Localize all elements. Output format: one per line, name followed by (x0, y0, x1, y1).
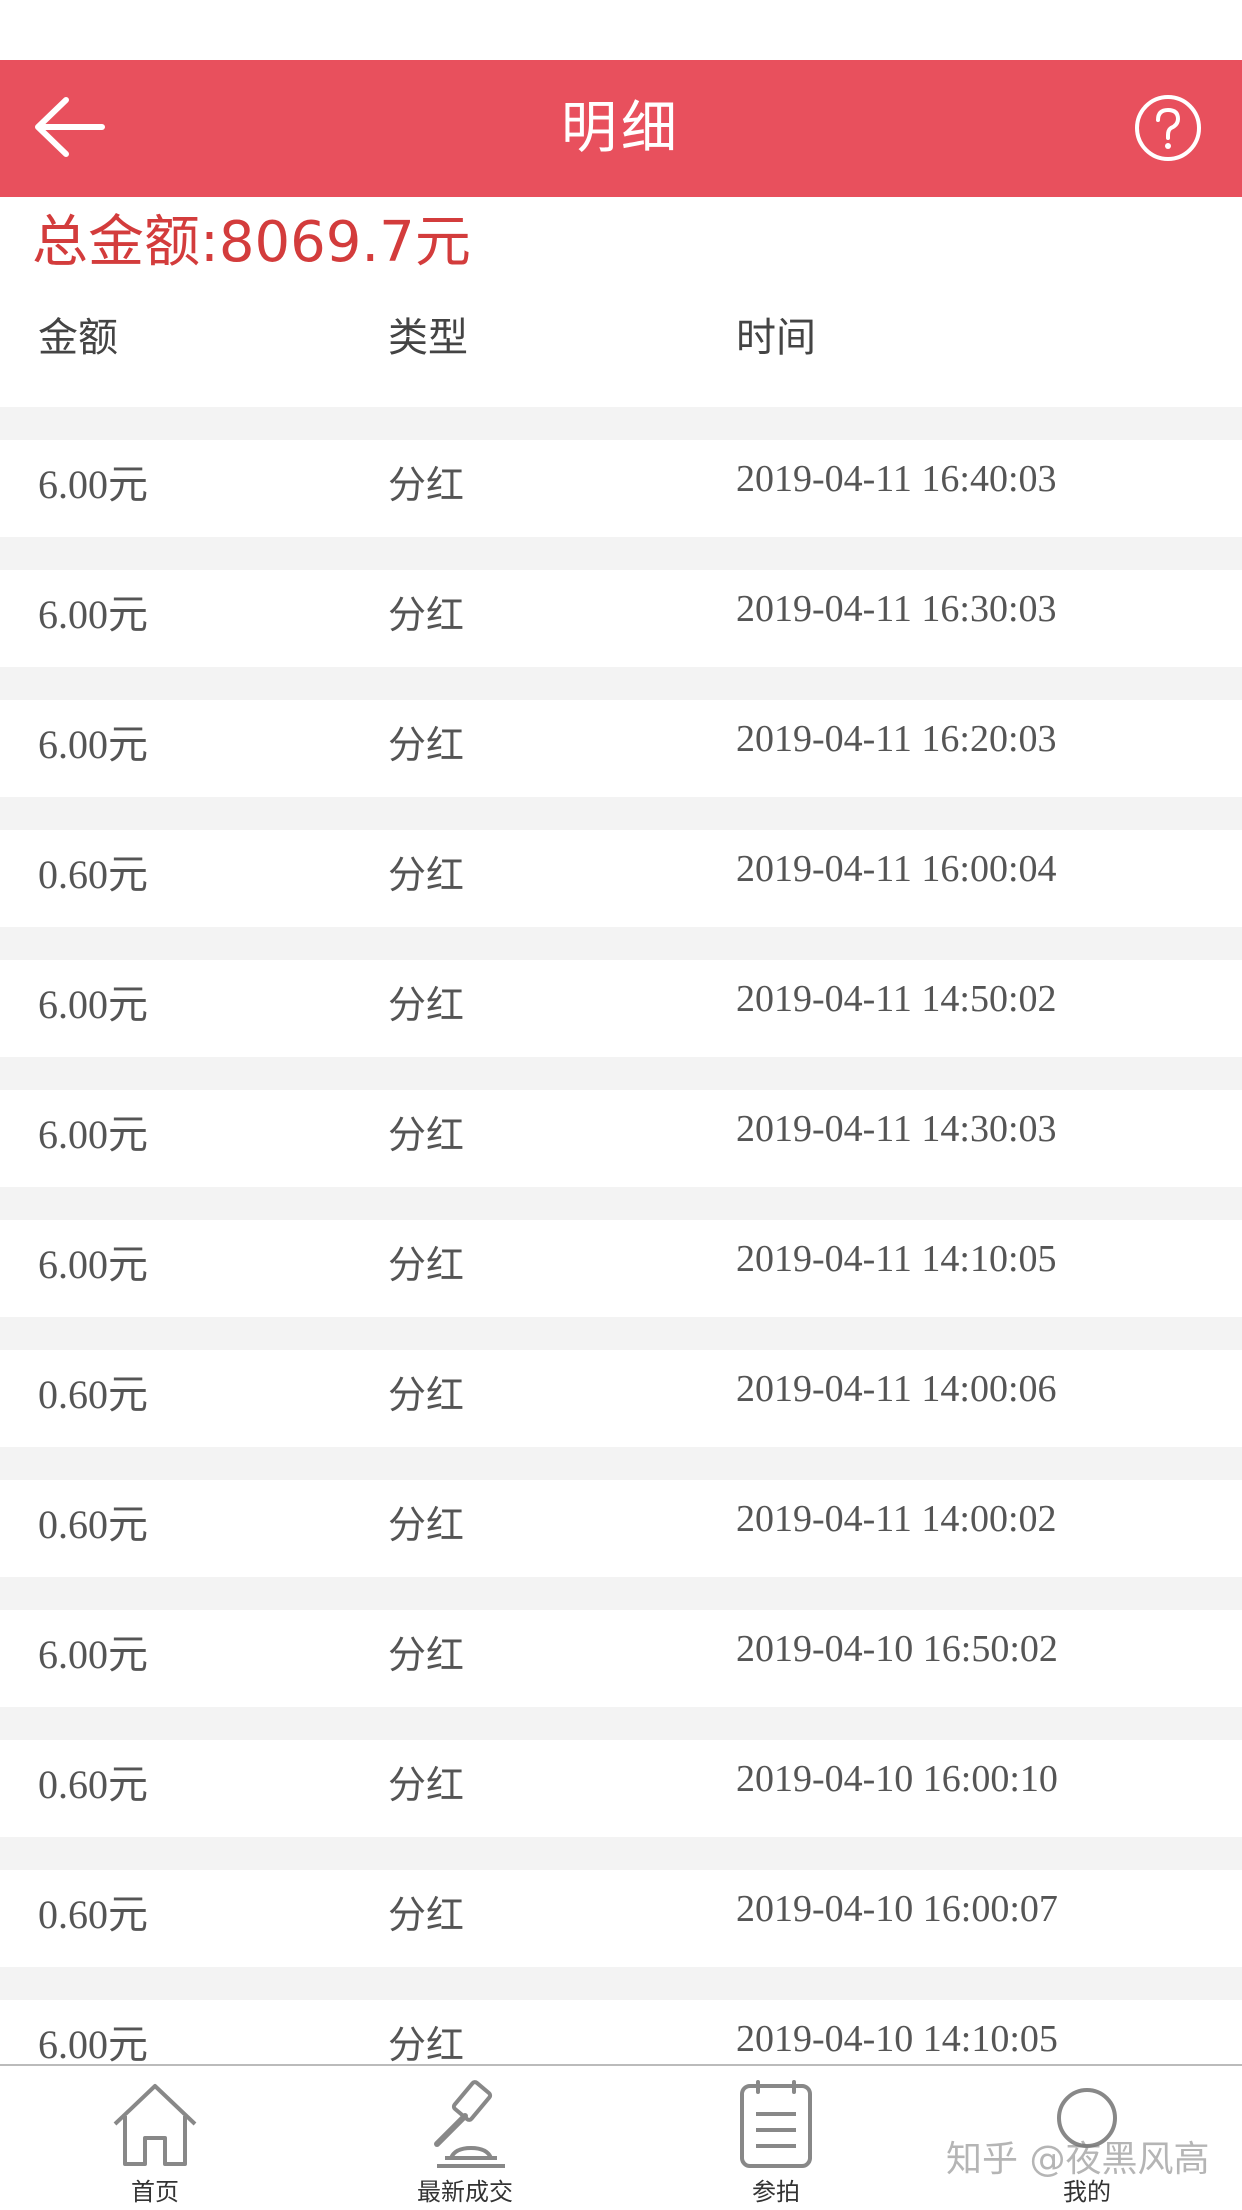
row-type: 分红 (388, 1243, 465, 1287)
row-amount: 6.00元 (38, 462, 148, 507)
row-type: 分红 (388, 1763, 465, 1807)
row-amount: 6.00元 (38, 1242, 148, 1287)
row-amount: 6.00元 (38, 1112, 148, 1157)
total-amount: 总金额:8069.7元 (32, 210, 471, 275)
tab-label: 参拍 (752, 2178, 800, 2206)
status-bar (0, 0, 1242, 60)
row-type: 分红 (388, 593, 465, 637)
watermark: 知乎 @夜黑风高 (946, 2139, 1210, 2180)
tab-home[interactable]: 首页 (55, 2066, 255, 2210)
row-type: 分红 (388, 463, 465, 507)
row-time: 2019-04-10 16:50:02 (736, 1628, 1058, 1670)
tab-bidding[interactable]: 参拍 (676, 2066, 876, 2210)
row-separator (0, 537, 1242, 570)
row-amount: 0.60元 (38, 1892, 148, 1937)
nav-header: 明细 (0, 60, 1242, 197)
row-type: 分红 (388, 1113, 465, 1157)
row-separator (0, 1967, 1242, 2000)
tab-label: 首页 (131, 2178, 179, 2206)
help-button[interactable] (1133, 93, 1203, 163)
detail-list: 6.00元 分红 2019-04-11 16:40:03 6.00元 分红 2019-04… (0, 407, 1242, 2097)
list-item: 6.00元 分红 2019-04-11 14:10:05 (0, 1220, 1242, 1317)
list-item: 0.60元 分红 2019-04-10 16:00:10 (0, 1740, 1242, 1837)
list-item: 0.60元 分红 2019-04-10 16:00:07 (0, 1870, 1242, 1967)
row-amount: 0.60元 (38, 1502, 148, 1547)
row-time: 2019-04-11 14:10:05 (736, 1238, 1057, 1280)
row-type: 分红 (388, 1893, 465, 1937)
list-item: 6.00元 分红 2019-04-10 16:50:02 (0, 1610, 1242, 1707)
row-time: 2019-04-11 16:00:04 (736, 848, 1057, 890)
list-item: 6.00元 分红 2019-04-11 14:30:03 (0, 1090, 1242, 1187)
row-time: 2019-04-10 16:00:07 (736, 1888, 1058, 1930)
row-amount: 0.60元 (38, 852, 148, 897)
row-separator (0, 407, 1242, 440)
question-circle-icon (1135, 95, 1201, 161)
column-header-amount: 金额 (38, 315, 118, 361)
list-item: 6.00元 分红 2019-04-11 16:40:03 (0, 440, 1242, 537)
row-type: 分红 (388, 983, 465, 1027)
tab-bar: 首页 最新成交 参拍 我的 知乎 @夜黑风高 (0, 2064, 1242, 2210)
list-item: 0.60元 分红 2019-04-11 14:00:02 (0, 1480, 1242, 1577)
list-item: 6.00元 分红 2019-04-11 16:20:03 (0, 700, 1242, 797)
row-amount: 6.00元 (38, 592, 148, 637)
row-separator (0, 1317, 1242, 1350)
home-icon (113, 2084, 197, 2166)
row-separator (0, 1707, 1242, 1740)
row-amount: 6.00元 (38, 982, 148, 1027)
row-separator (0, 1057, 1242, 1090)
row-separator (0, 927, 1242, 960)
list-item: 6.00元 分红 2019-04-11 14:50:02 (0, 960, 1242, 1057)
list-item: 0.60元 分红 2019-04-11 16:00:04 (0, 830, 1242, 927)
row-separator (0, 1837, 1242, 1870)
row-time: 2019-04-11 14:00:06 (736, 1368, 1057, 1410)
row-time: 2019-04-11 14:50:02 (736, 978, 1057, 1020)
list-item: 6.00元 分红 2019-04-11 16:30:03 (0, 570, 1242, 667)
row-time: 2019-04-11 16:40:03 (736, 458, 1057, 500)
row-amount: 6.00元 (38, 722, 148, 767)
page-title: 明细 (561, 96, 681, 161)
row-separator (0, 1577, 1242, 1610)
row-type: 分红 (388, 1373, 465, 1417)
column-header-type: 类型 (388, 315, 468, 361)
row-type: 分红 (388, 1503, 465, 1547)
row-time: 2019-04-11 16:20:03 (736, 718, 1057, 760)
row-amount: 0.60元 (38, 1372, 148, 1417)
row-time: 2019-04-11 16:30:03 (736, 588, 1057, 630)
row-time: 2019-04-10 16:00:10 (736, 1758, 1058, 1800)
row-amount: 6.00元 (38, 1632, 148, 1677)
row-type: 分红 (388, 1633, 465, 1677)
list-item: 0.60元 分红 2019-04-11 14:00:06 (0, 1350, 1242, 1447)
tab-latest-deals[interactable]: 最新成交 (365, 2066, 565, 2210)
row-time: 2019-04-11 14:00:02 (736, 1498, 1057, 1540)
row-separator (0, 1447, 1242, 1480)
row-type: 分红 (388, 723, 465, 767)
row-amount: 0.60元 (38, 1762, 148, 1807)
column-header-time: 时间 (736, 315, 816, 361)
row-type: 分红 (388, 853, 465, 897)
tab-label: 最新成交 (417, 2178, 513, 2206)
clipboard-icon (740, 2080, 812, 2168)
row-separator (0, 797, 1242, 830)
row-separator (0, 1187, 1242, 1220)
gavel-icon (434, 2080, 505, 2168)
row-separator (0, 667, 1242, 700)
row-time: 2019-04-11 14:30:03 (736, 1108, 1057, 1150)
